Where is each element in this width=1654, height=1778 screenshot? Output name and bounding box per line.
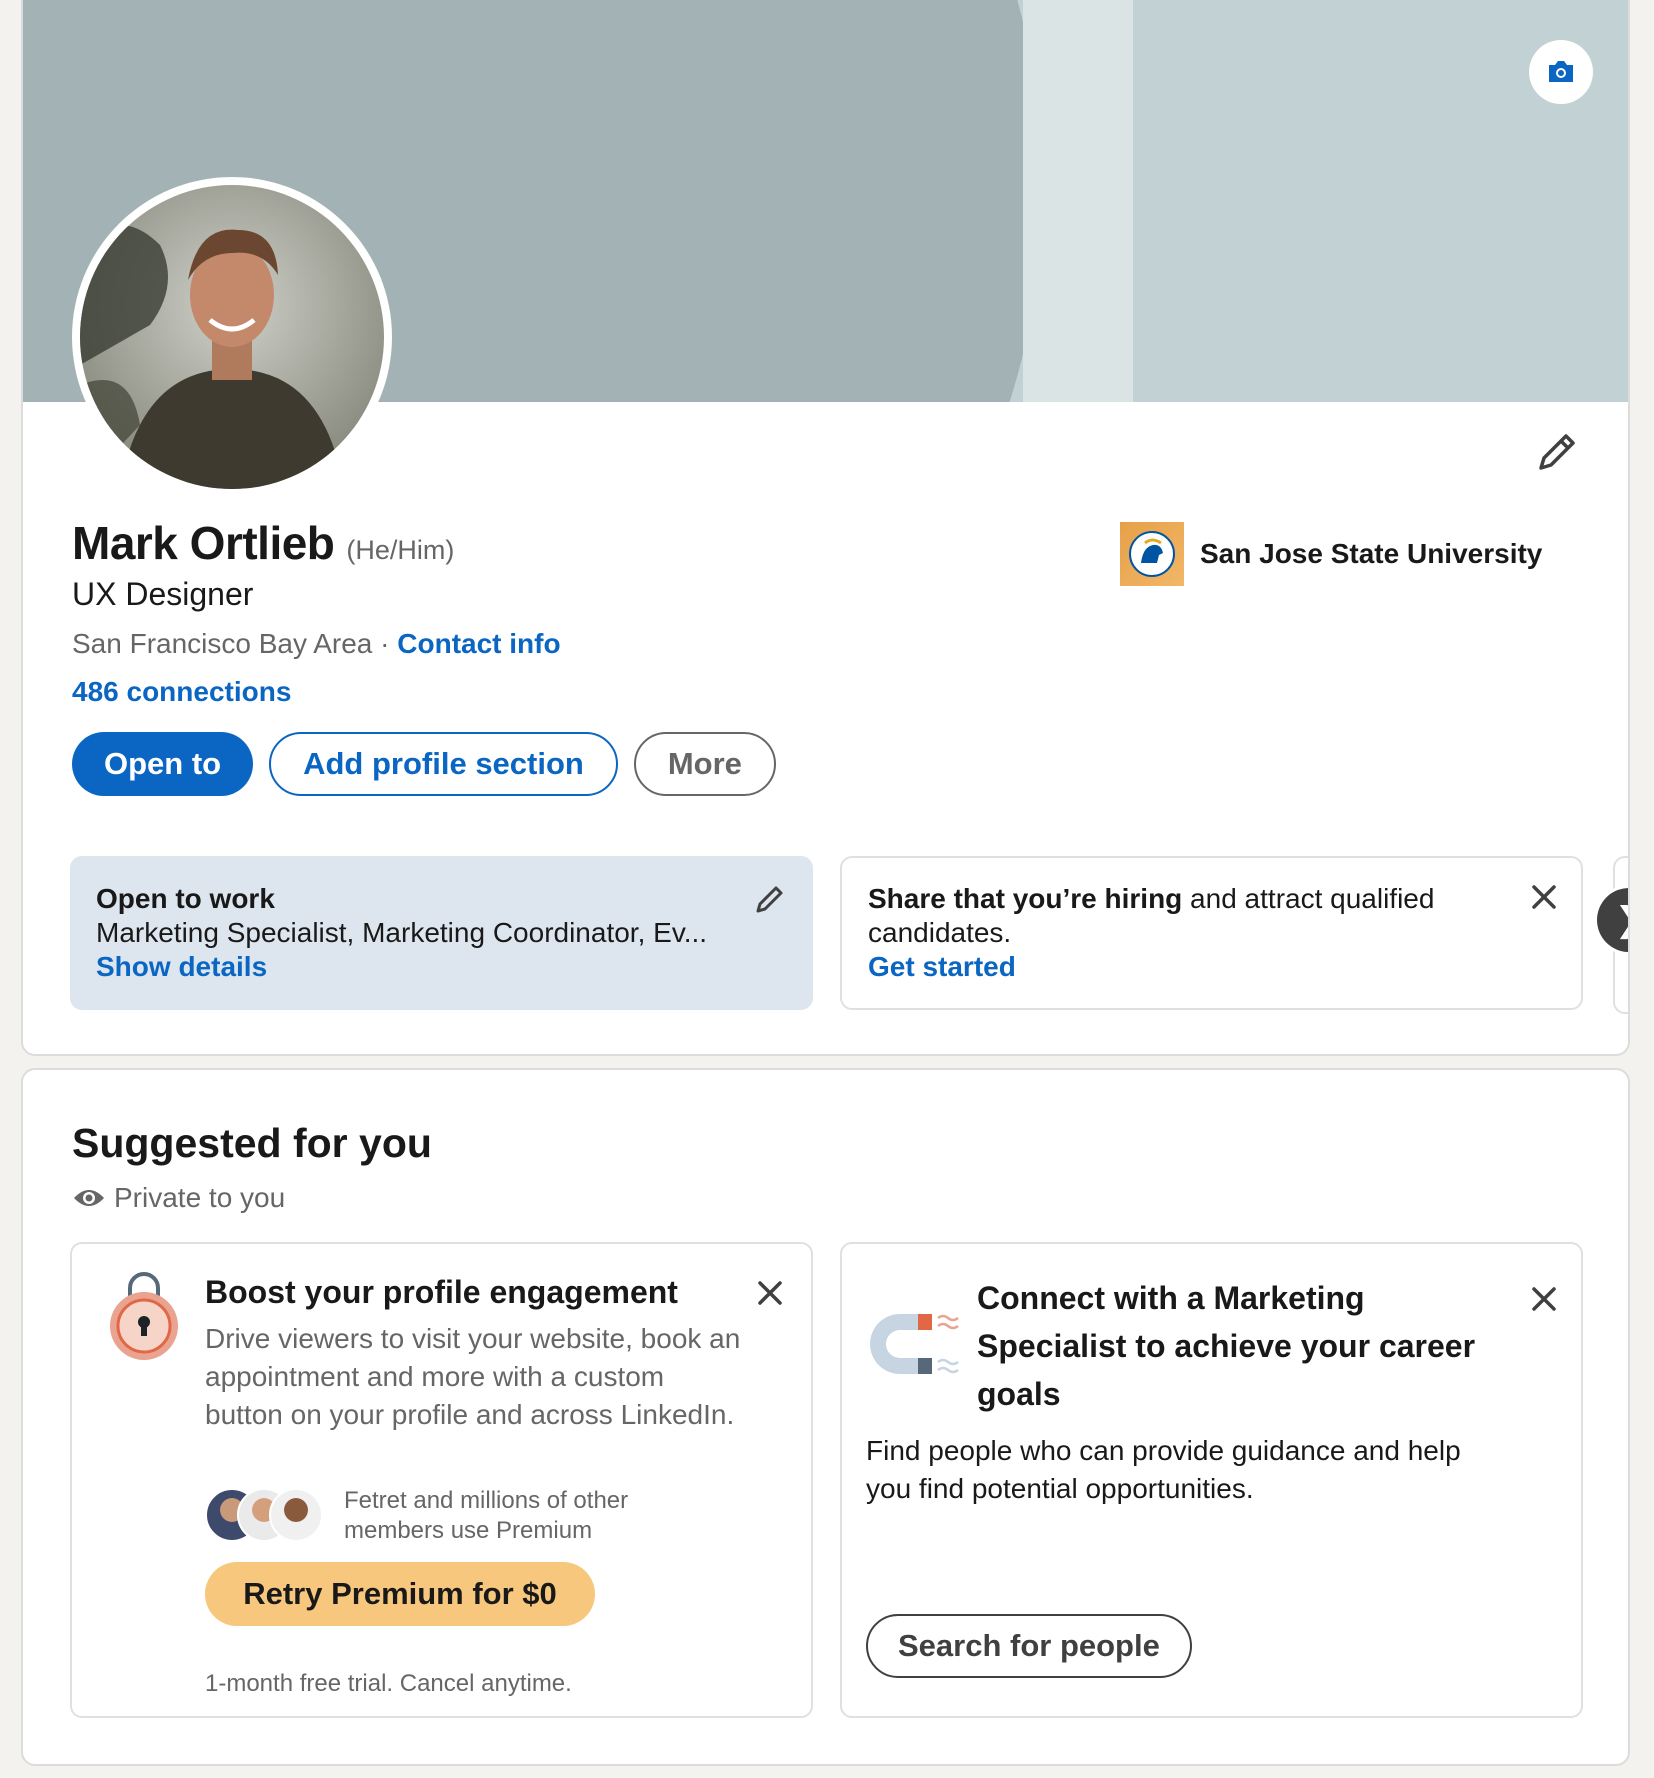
edit-profile-pencil-icon[interactable] bbox=[1533, 428, 1581, 476]
connect-title: Connect with a Marketing Specialist to a… bbox=[977, 1280, 1476, 1412]
profile-name: Mark Ortlieb bbox=[72, 517, 335, 569]
location-row: San Francisco Bay Area · Contact info bbox=[72, 628, 561, 660]
open-to-work-card[interactable]: Open to work Marketing Specialist, Marke… bbox=[70, 856, 813, 1010]
add-profile-section-button[interactable]: Add profile section bbox=[269, 732, 618, 796]
profile-card: Mark Ortlieb (He/Him) UX Designer San Fr… bbox=[21, 0, 1630, 1056]
padlock-icon bbox=[110, 1272, 178, 1360]
dismiss-connect-close-icon[interactable] bbox=[1529, 1284, 1559, 1314]
get-started-link[interactable]: Get started bbox=[868, 950, 1555, 984]
edit-banner-button[interactable] bbox=[1529, 40, 1593, 104]
boost-title: Boost your profile engagement bbox=[205, 1274, 678, 1310]
spartan-logo-icon bbox=[1129, 531, 1175, 577]
open-to-button[interactable]: Open to bbox=[72, 732, 254, 796]
profile-location: San Francisco Bay Area bbox=[72, 628, 373, 659]
name-row: Mark Ortlieb (He/Him) bbox=[72, 516, 454, 570]
member-avatars bbox=[205, 1488, 325, 1544]
chevron-right-icon: ❯ bbox=[1615, 900, 1628, 940]
connections-link[interactable]: 486 connections bbox=[72, 676, 291, 708]
profile-pronouns: (He/Him) bbox=[346, 535, 455, 565]
social-proof-text: Fetret and millions of other members use… bbox=[344, 1487, 629, 1544]
suggested-section: Suggested for you Private to you Boost y… bbox=[21, 1068, 1630, 1766]
profile-photo bbox=[80, 185, 384, 489]
search-for-people-button[interactable]: Search for people bbox=[866, 1614, 1192, 1678]
hiring-bold-text: Share that you’re hiring bbox=[868, 883, 1183, 914]
education-link[interactable]: San Jose State University bbox=[1120, 522, 1542, 586]
school-name: San Jose State University bbox=[1200, 538, 1543, 569]
dismiss-hiring-close-icon[interactable] bbox=[1529, 882, 1559, 912]
hiring-card: Share that you’re hiring and attract qua… bbox=[840, 856, 1583, 1010]
connect-description: Find people who can provide guidance and… bbox=[866, 1435, 1461, 1504]
member-avatar bbox=[269, 1488, 323, 1542]
show-details-link[interactable]: Show details bbox=[96, 950, 787, 984]
more-button[interactable]: More bbox=[633, 732, 776, 796]
suggested-title: Suggested for you bbox=[72, 1120, 432, 1166]
magnet-icon bbox=[870, 1314, 959, 1374]
dismiss-boost-close-icon[interactable] bbox=[755, 1278, 785, 1308]
retry-premium-button[interactable]: Retry Premium for $0 bbox=[205, 1562, 595, 1626]
contact-info-link[interactable]: Contact info bbox=[397, 628, 560, 659]
privacy-note: Private to you bbox=[72, 1182, 285, 1214]
privacy-text: Private to you bbox=[114, 1182, 286, 1213]
profile-headline: UX Designer bbox=[72, 576, 254, 612]
eye-icon bbox=[74, 1190, 104, 1206]
camera-icon bbox=[1549, 61, 1573, 82]
carousel-next-button[interactable]: ❯ bbox=[1597, 888, 1628, 952]
location-separator: · bbox=[380, 628, 390, 659]
avatar[interactable] bbox=[72, 177, 392, 497]
profile-actions: Open to Add profile section More bbox=[72, 732, 776, 796]
open-to-work-roles: Marketing Specialist, Marketing Coordina… bbox=[96, 917, 708, 948]
boost-description: Drive viewers to visit your website, boo… bbox=[205, 1323, 741, 1430]
connect-specialist-card: Connect with a Marketing Specialist to a… bbox=[840, 1242, 1583, 1718]
edit-open-to-work-pencil-icon[interactable] bbox=[753, 882, 787, 916]
open-to-work-title: Open to work bbox=[96, 883, 275, 914]
trial-note: 1-month free trial. Cancel anytime. bbox=[205, 1670, 572, 1697]
boost-engagement-card: Boost your profile engagement Drive view… bbox=[70, 1242, 813, 1718]
school-logo bbox=[1120, 522, 1184, 586]
